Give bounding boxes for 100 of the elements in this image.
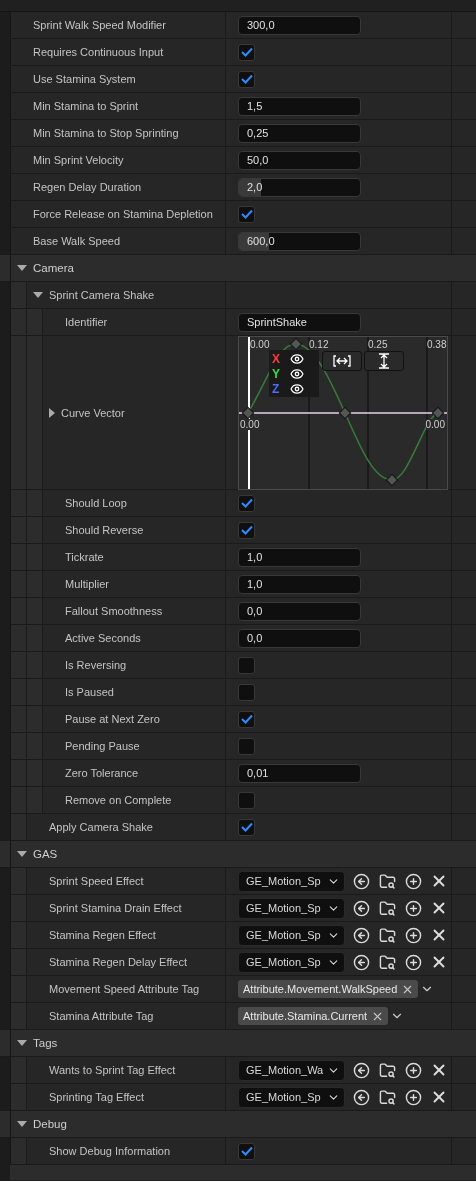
folder-search-icon[interactable] xyxy=(377,871,397,891)
fit-vertical-button[interactable] xyxy=(364,351,404,371)
number-field[interactable]: 50,0 xyxy=(238,150,361,170)
folder-search-icon[interactable] xyxy=(377,925,397,945)
property-label: Min Sprint Velocity xyxy=(33,154,124,166)
checkbox[interactable] xyxy=(238,710,255,728)
expand-arrow-icon[interactable] xyxy=(49,407,55,418)
property-label: Movement Speed Attribute Tag xyxy=(49,983,200,995)
use-selected-icon[interactable] xyxy=(351,925,371,945)
property-label: Should Reverse xyxy=(65,524,144,536)
property-label: Min Stamina to Stop Sprinting xyxy=(33,127,179,139)
check-icon xyxy=(240,47,253,57)
add-icon[interactable] xyxy=(403,898,423,918)
axis-value-label: 0.00 xyxy=(425,419,445,430)
number-field[interactable]: 0,0 xyxy=(238,601,361,621)
number-field[interactable]: 0,01 xyxy=(238,763,361,783)
text-field[interactable]: SprintShake xyxy=(238,312,361,332)
collapse-arrow-icon[interactable] xyxy=(17,1040,27,1046)
use-selected-icon[interactable] xyxy=(351,871,371,891)
property-label: Is Reversing xyxy=(65,659,127,671)
number-field[interactable]: 300,0 xyxy=(238,15,361,35)
checkbox[interactable] xyxy=(238,494,255,512)
use-selected-icon[interactable] xyxy=(351,952,371,972)
check-icon xyxy=(240,525,253,535)
property-label: Pending Pause xyxy=(65,740,140,752)
property-label: Curve Vector xyxy=(61,406,125,419)
property-label: Sprint Stamina Drain Effect xyxy=(49,902,182,914)
axis-tick-label: 0.12 xyxy=(309,339,329,350)
category-header[interactable]: Camera xyxy=(0,255,476,282)
checkbox[interactable] xyxy=(238,683,255,701)
check-icon xyxy=(240,209,253,219)
fit-horizontal-icon xyxy=(333,355,351,367)
channel-label: Y xyxy=(272,366,281,381)
axis-tick-label: 0.00 xyxy=(250,339,270,350)
use-selected-icon[interactable] xyxy=(351,1060,371,1080)
group-label[interactable]: Sprint Camera Shake xyxy=(49,289,155,301)
collapse-arrow-icon[interactable] xyxy=(17,265,27,271)
asset-dropdown[interactable]: GE_Motion_Wa xyxy=(238,1059,345,1081)
asset-dropdown[interactable]: GE_Motion_Sp xyxy=(238,1086,345,1108)
check-icon xyxy=(240,74,253,84)
asset-dropdown[interactable]: GE_Motion_Sp xyxy=(238,924,345,946)
check-icon xyxy=(240,714,253,724)
check-icon xyxy=(240,822,253,832)
fit-horizontal-button[interactable] xyxy=(322,351,362,371)
checkbox[interactable] xyxy=(238,43,255,61)
property-label: Tickrate xyxy=(65,551,104,563)
checkbox[interactable] xyxy=(238,791,255,809)
category-header[interactable]: Debug xyxy=(0,1111,476,1138)
number-field[interactable]: 600,0 xyxy=(238,231,361,251)
checkbox[interactable] xyxy=(238,70,255,88)
asset-dropdown[interactable]: GE_Motion_Sp xyxy=(238,870,345,892)
checkbox[interactable] xyxy=(238,818,255,836)
check-icon xyxy=(240,498,253,508)
use-selected-icon[interactable] xyxy=(351,1087,371,1107)
checkbox[interactable] xyxy=(238,737,255,755)
number-field[interactable]: 1,0 xyxy=(238,574,361,594)
property-label: Base Walk Speed xyxy=(33,235,121,247)
folder-search-icon[interactable] xyxy=(377,952,397,972)
add-icon[interactable] xyxy=(403,925,423,945)
check-icon xyxy=(240,1146,253,1156)
fit-vertical-icon xyxy=(378,353,390,369)
property-label: Pause at Next Zero xyxy=(65,713,160,725)
add-icon[interactable] xyxy=(403,952,423,972)
axis-tick-label: 0.25 xyxy=(368,339,388,350)
number-field[interactable]: 2,0 xyxy=(238,177,361,197)
collapse-arrow-icon[interactable] xyxy=(17,1121,27,1127)
property-label: Is Paused xyxy=(65,686,114,698)
property-label: Sprint Speed Effect xyxy=(49,875,144,887)
tag-chip[interactable]: Attribute.Stamina.Current xyxy=(238,1007,389,1025)
property-label: Identifier xyxy=(65,316,108,328)
number-field[interactable]: 1,5 xyxy=(238,96,361,116)
property-label: Remove on Complete xyxy=(65,794,172,806)
checkbox[interactable] xyxy=(238,1142,255,1160)
checkbox[interactable] xyxy=(238,521,255,539)
folder-search-icon[interactable] xyxy=(377,1087,397,1107)
checkbox[interactable] xyxy=(238,205,255,223)
collapse-arrow-icon[interactable] xyxy=(33,292,43,298)
checkbox[interactable] xyxy=(238,656,255,674)
curve-editor[interactable]: 0.00 0.12 0.25 0.38 0.00 0.00 X Y Z xyxy=(238,336,448,490)
property-label: Wants to Sprint Tag Effect xyxy=(49,1064,176,1076)
add-icon[interactable] xyxy=(403,1087,423,1107)
channel-label: Z xyxy=(272,381,281,396)
folder-search-icon[interactable] xyxy=(377,1060,397,1080)
channel-label: X xyxy=(272,351,281,366)
property-label: Stamina Regen Effect xyxy=(49,929,156,941)
property-label: Show Debug Information xyxy=(49,1145,171,1157)
category-header[interactable]: Tags xyxy=(0,1030,476,1057)
collapse-arrow-icon[interactable] xyxy=(17,851,27,857)
folder-search-icon[interactable] xyxy=(377,898,397,918)
tag-chip[interactable]: Attribute.Movement.WalkSpeed xyxy=(238,980,419,998)
property-label: Apply Camera Shake xyxy=(49,821,153,833)
use-selected-icon[interactable] xyxy=(351,898,371,918)
add-icon[interactable] xyxy=(403,871,423,891)
asset-dropdown[interactable]: GE_Motion_Sp xyxy=(238,951,345,973)
number-field[interactable]: 0,0 xyxy=(238,628,361,648)
category-header[interactable]: GAS xyxy=(0,841,476,868)
number-field[interactable]: 1,0 xyxy=(238,547,361,567)
add-icon[interactable] xyxy=(403,1060,423,1080)
asset-dropdown[interactable]: GE_Motion_Sp xyxy=(238,897,345,919)
number-field[interactable]: 0,25 xyxy=(238,123,361,143)
